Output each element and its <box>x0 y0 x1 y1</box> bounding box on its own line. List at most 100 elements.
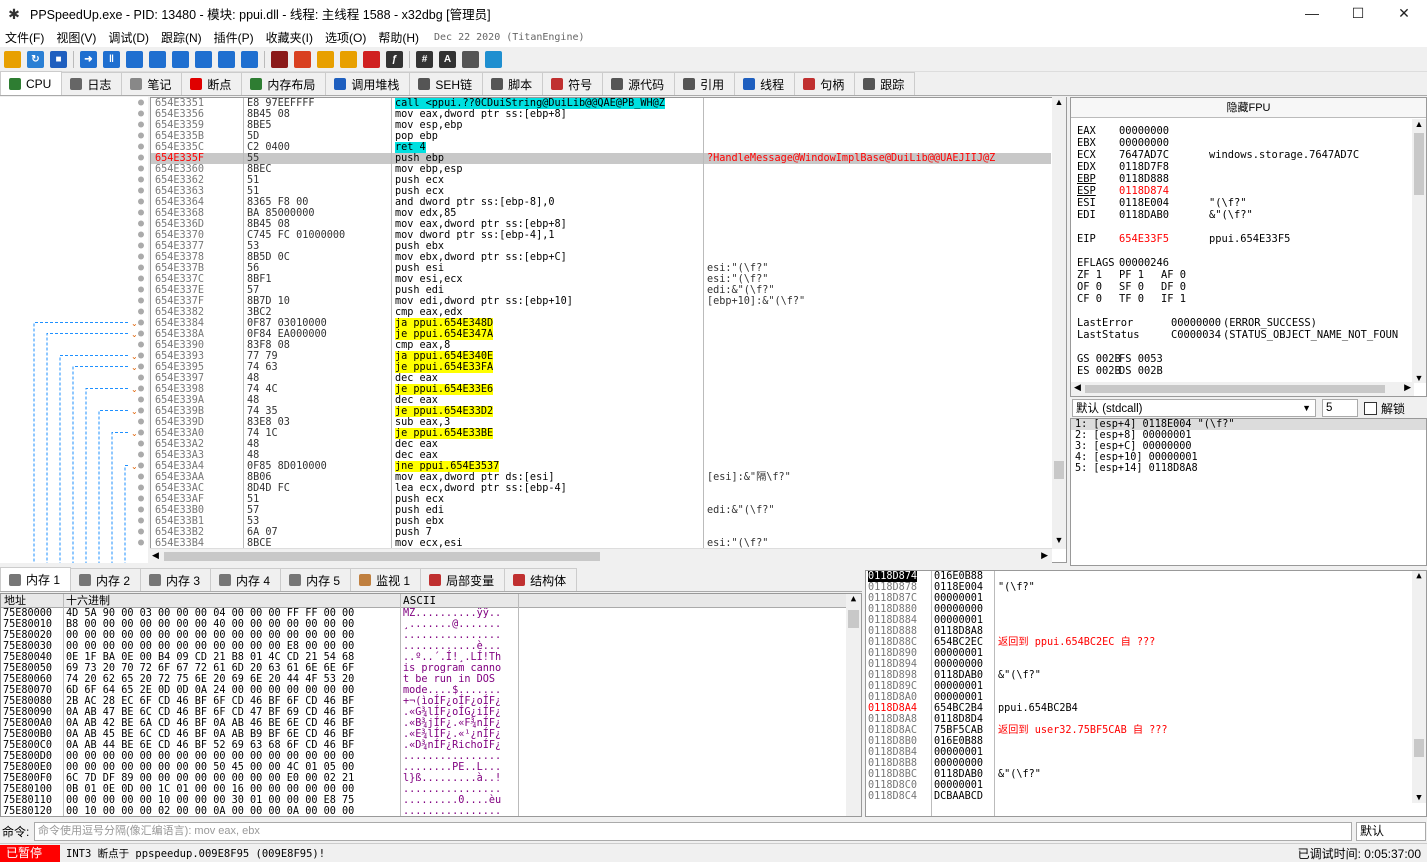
calling-convention-select[interactable]: 默认 (stdcall) ▼ <box>1072 399 1316 417</box>
disasm-row[interactable]: 654E33B0 57 push edi edi:&"(\f?" <box>151 505 1051 516</box>
label-icon[interactable] <box>340 50 357 68</box>
disasm-row[interactable]: 654E3362 51 push ecx <box>151 175 1051 186</box>
dump-ascii[interactable]: is program canno <box>403 663 501 674</box>
tab-memory-5[interactable]: 内存 5 <box>280 568 352 591</box>
menu-item[interactable]: 插件(P) <box>209 29 261 46</box>
breakpoint-toggle[interactable] <box>138 198 144 205</box>
dump-ascii[interactable]: ................ <box>403 784 501 795</box>
disasm-row[interactable]: 654E3360 8BEC mov ebp,esp <box>151 164 1051 175</box>
disasm-row[interactable]: 654E3384 0F87 03010000 ja ppui.654E348D <box>151 318 1051 329</box>
dump-hex[interactable]: 4D 5A 90 00 03 00 00 00 04 00 00 00 FF F… <box>66 608 354 619</box>
stack-view[interactable]: 0118D874 016E0B88 0118D878 0118E004 "(\f?" 01… <box>865 570 1427 817</box>
tab-call-stack[interactable]: 调用堆栈 <box>325 72 411 95</box>
disasm-row[interactable]: 654E337E 57 push edi edi:&"(\f?" <box>151 285 1051 296</box>
breakpoint-toggle[interactable] <box>138 275 144 282</box>
dump-row[interactable]: 75E800D0 00 00 00 00 00 00 00 00 00 00 00… <box>1 751 861 762</box>
tab-cpu[interactable]: CPU <box>0 71 63 95</box>
dump-ascii[interactable]: ..º..´.Í!¸.LÍ!Th <box>403 652 501 663</box>
breakpoint-toggle[interactable] <box>138 363 144 370</box>
disasm-row[interactable]: 654E336D 8B45 08 mov eax,dword ptr ss:[ebp… <box>151 219 1051 230</box>
disasm-row[interactable]: 654E3364 8365 F8 00 and dword ptr ss:[ebp-… <box>151 197 1051 208</box>
dump-hex[interactable]: B8 00 00 00 00 00 00 00 40 00 00 00 00 0… <box>66 619 354 630</box>
dump-ascii[interactable]: .«G¾lÍF¿oÍG¿iÍF¿ <box>403 707 501 718</box>
calculator-icon[interactable] <box>462 50 479 68</box>
stack-row[interactable]: 0118D8B0 016E0B88 <box>866 736 1426 747</box>
trace-over-icon[interactable] <box>195 50 212 68</box>
stack-row[interactable]: 0118D8A4 654BC2B4 ppui.654BC2B4 <box>866 703 1426 714</box>
disasm-row[interactable]: 654E3356 8B45 08 mov eax,dword ptr ss:[ebp… <box>151 109 1051 120</box>
command-input[interactable]: 命令使用逗号分隔(像汇编语言): mov eax, ebx <box>34 821 1352 841</box>
dump-row[interactable]: 75E80060 74 20 62 65 20 72 75 6E 20 69 6E… <box>1 674 861 685</box>
register-row[interactable] <box>1077 221 1417 233</box>
dump-ascii[interactable]: .........0....èu <box>403 795 501 806</box>
register-value[interactable]: 00000000 <box>1119 137 1169 149</box>
dump-row[interactable]: 75E80050 69 73 20 70 72 6F 67 72 61 6D 20… <box>1 663 861 674</box>
breakpoint-toggle[interactable] <box>138 462 144 469</box>
disasm-row[interactable]: 654E3370 C745 FC 01000000 mov dword ptr ss… <box>151 230 1051 241</box>
register-row[interactable]: EBP 0118D888 <box>1077 173 1417 185</box>
disasm-row[interactable]: 654E335F 55 push ebp ?HandleMessage@WindowI… <box>151 153 1051 164</box>
dump-ascii[interactable]: l}ß.........à..! <box>403 773 501 784</box>
disasm-row[interactable]: 654E33A4 0F85 8D010000 jne ppui.654E3537 <box>151 461 1051 472</box>
stack-vscrollbar[interactable]: ▲ ▼ <box>1412 571 1426 803</box>
argument-row[interactable]: 2: [esp+8] 00000001 <box>1071 430 1426 441</box>
tab-references[interactable]: 引用 <box>674 72 736 95</box>
stack-row[interactable]: 0118D8AC 75BF5CAB 返回到 user32.75BF5CAB 自 ??… <box>866 725 1426 736</box>
disasm-row[interactable]: 654E33A3 48 dec eax <box>151 450 1051 461</box>
breakpoint-toggle[interactable] <box>138 253 144 260</box>
tab-threads[interactable]: 线程 <box>734 72 796 95</box>
tab-memory-map[interactable]: 内存布局 <box>241 72 327 95</box>
globe-icon[interactable] <box>485 50 502 68</box>
tab-notes[interactable]: 笔记 <box>121 72 183 95</box>
register-row[interactable]: OF 0 SF 0 DF 0 <box>1077 281 1417 293</box>
stack-row[interactable]: 0118D880 00000000 <box>866 604 1426 615</box>
register-row[interactable]: LastStatus C0000034 (STATUS_OBJECT_NAME_NO… <box>1077 329 1417 341</box>
dump-row[interactable]: 75E800F0 6C 7D DF 89 00 00 00 00 00 00 00… <box>1 773 861 784</box>
dump-row[interactable]: 75E80020 00 00 00 00 00 00 00 00 00 00 00… <box>1 630 861 641</box>
register-value[interactable]: PF 1 <box>1119 269 1144 281</box>
disasm-row[interactable]: 654E33A0 74 1C je ppui.654E33BE <box>151 428 1051 439</box>
stack-row[interactable]: 0118D894 00000000 <box>866 659 1426 670</box>
stack-row[interactable]: 0118D888 0118D8A8 <box>866 626 1426 637</box>
command-mode-select[interactable]: 默认 <box>1356 821 1426 841</box>
register-value[interactable]: 0118E004 <box>1119 197 1169 209</box>
disasm-row[interactable]: 654E3363 51 push ecx <box>151 186 1051 197</box>
disassembly-view[interactable]: 654E3351 E8 97EEFFFF call <ppui.??0CDuiStr… <box>150 97 1067 563</box>
registers-hscrollbar[interactable]: ◀ ▶ <box>1071 382 1414 396</box>
breakpoint-toggle[interactable] <box>138 528 144 535</box>
tab-memory-3[interactable]: 内存 3 <box>140 568 212 591</box>
tab-struct[interactable]: 结构体 <box>504 568 578 591</box>
dump-hex[interactable]: 74 20 62 65 20 72 75 6E 20 69 6E 20 44 4… <box>66 674 354 685</box>
dump-row[interactable]: 75E800C0 0A AB 44 BE 6E CD 46 BF 52 69 63… <box>1 740 861 751</box>
tab-memory-2[interactable]: 内存 2 <box>70 568 142 591</box>
register-value[interactable]: 00000000 <box>1119 125 1169 137</box>
maximize-button[interactable]: ☐ <box>1335 0 1381 27</box>
breakpoint-toggle[interactable] <box>138 374 144 381</box>
argument-row[interactable]: 3: [esp+C] 00000000 <box>1071 441 1426 452</box>
stack-row[interactable]: 0118D8A0 00000001 <box>866 692 1426 703</box>
dump-hex[interactable]: 0A AB 44 BE 6E CD 46 BF 52 69 63 68 6F C… <box>66 740 354 751</box>
comment-icon[interactable] <box>317 50 334 68</box>
disassembly-vscrollbar[interactable]: ▲ ▼ <box>1052 97 1066 549</box>
font-icon[interactable]: A <box>439 50 456 68</box>
dump-ascii[interactable]: ................ <box>403 751 501 762</box>
register-value[interactable]: TF 0 <box>1119 293 1144 305</box>
register-value[interactable]: 00000246 <box>1119 257 1169 269</box>
menu-item[interactable]: 视图(V) <box>51 29 103 46</box>
dump-hex[interactable]: 6C 7D DF 89 00 00 00 00 00 00 00 00 E0 0… <box>66 773 354 784</box>
argument-row[interactable]: 4: [esp+10] 00000001 <box>1071 452 1426 463</box>
register-row[interactable]: EIP 654E33F5 ppui.654E33F5 <box>1077 233 1417 245</box>
breakpoint-toggle[interactable] <box>138 517 144 524</box>
stack-row[interactable]: 0118D8C0 00000001 <box>866 780 1426 791</box>
stop-icon[interactable]: ■ <box>50 50 67 68</box>
register-row[interactable]: ECX 7647AD7C windows.storage.7647AD7C <box>1077 149 1417 161</box>
dump-ascii[interactable]: .«E¾lÍF¿.«¹¿nÍF¿ <box>403 729 501 740</box>
dump-hex[interactable]: 00 00 00 00 00 00 00 00 00 00 00 00 00 0… <box>66 630 354 641</box>
patch-icon[interactable] <box>294 50 311 68</box>
breakpoint-toggle[interactable] <box>138 418 144 425</box>
dump-row[interactable]: 75E80080 2B AC 28 EC 6F CD 46 BF 6F CD 46… <box>1 696 861 707</box>
register-row[interactable]: EAX 00000000 <box>1077 125 1417 137</box>
execute-till-return-icon[interactable] <box>218 50 235 68</box>
tab-memory-1[interactable]: 内存 1 <box>0 567 72 591</box>
disasm-row[interactable]: 654E3368 BA 85000000 mov edx,85 <box>151 208 1051 219</box>
